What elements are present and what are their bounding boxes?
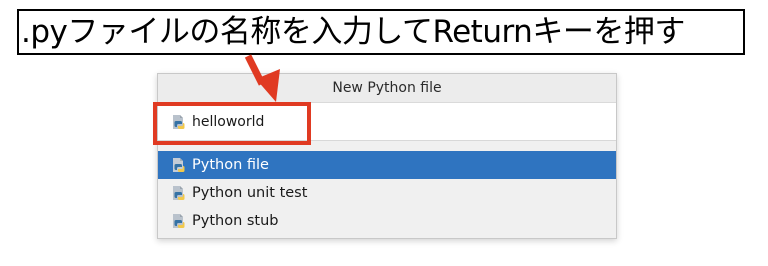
python-file-icon xyxy=(173,214,185,228)
instruction-callout: .pyファイルの名称を入力してReturnキーを押す xyxy=(17,9,745,55)
list-item-python-file[interactable]: Python file xyxy=(158,151,616,179)
screenshot-stage: .pyファイルの名称を入力してReturnキーを押す New Python fi… xyxy=(0,0,768,266)
list-item-label: Python unit test xyxy=(192,185,308,201)
list-item-label: Python stub xyxy=(192,213,279,229)
python-file-icon xyxy=(173,158,185,172)
python-file-icon xyxy=(173,186,185,200)
list-item-label: Python file xyxy=(192,157,269,173)
list-item-python-stub[interactable]: Python stub xyxy=(158,207,616,235)
python-file-icon xyxy=(173,115,185,129)
file-name-field[interactable] xyxy=(158,103,616,141)
file-name-input[interactable] xyxy=(192,110,552,134)
dialog-title: New Python file xyxy=(158,74,616,103)
new-python-file-dialog: New Python file Python file xyxy=(157,73,617,239)
file-type-list: Python file Python unit test Python stub xyxy=(158,151,616,235)
list-item-python-unit-test[interactable]: Python unit test xyxy=(158,179,616,207)
